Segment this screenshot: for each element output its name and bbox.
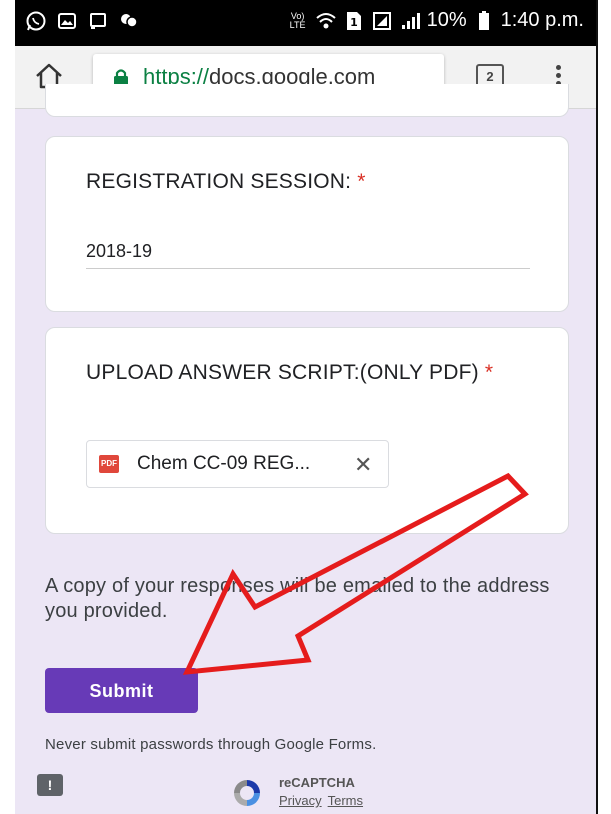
uploaded-file-chip[interactable]: PDF Chem CC-09 REG... ✕ — [86, 440, 389, 488]
status-left-icons — [25, 10, 140, 32]
recaptcha-logo-icon — [228, 776, 266, 810]
status-bar: Vo) LTE 1 10% 1:40 p.m. — [15, 0, 596, 46]
cast-icon — [87, 10, 109, 32]
data-signal-icon — [371, 10, 393, 32]
input-underline — [86, 268, 530, 269]
clock: 1:40 p.m. — [500, 9, 584, 31]
upload-answer-card: UPLOAD ANSWER SCRIPT:(ONLY PDF) * PDF Ch… — [45, 327, 569, 534]
signal-bars-icon — [399, 10, 421, 32]
file-name: Chem CC-09 REG... — [137, 453, 311, 474]
remove-file-icon[interactable]: ✕ — [354, 452, 372, 478]
svg-text:1: 1 — [350, 16, 358, 29]
required-asterisk: * — [357, 170, 366, 193]
recaptcha-label: reCAPTCHA — [279, 775, 355, 790]
copy-notice: A copy of your responses will be emailed… — [45, 575, 550, 622]
wifi-icon — [315, 10, 337, 32]
submit-button[interactable]: Submit — [45, 668, 198, 713]
volte-indicator: Vo) LTE — [289, 10, 306, 30]
session-title-text: REGISTRATION SESSION: — [86, 170, 352, 193]
battery-icon — [473, 10, 495, 32]
pdf-icon: PDF — [99, 455, 119, 473]
previous-question-card — [45, 84, 569, 117]
upload-title-text: UPLOAD ANSWER SCRIPT:(ONLY PDF) — [86, 361, 479, 384]
privacy-link[interactable]: Privacy — [279, 793, 322, 808]
frame-edge — [596, 0, 598, 814]
question-title: REGISTRATION SESSION: * — [86, 165, 366, 198]
feedback-icon[interactable]: ! — [37, 774, 63, 796]
battery-percent: 10% — [426, 9, 467, 31]
gallery-icon — [56, 10, 78, 32]
terms-link[interactable]: Terms — [328, 793, 363, 808]
recaptcha-links: Privacy Terms — [279, 793, 369, 808]
whatsapp-icon — [25, 10, 47, 32]
password-warning: Never submit passwords through Google Fo… — [45, 736, 377, 753]
phone-screen: Vo) LTE 1 10% 1:40 p.m. https://docs.goo… — [15, 0, 596, 814]
sim-icon: 1 — [343, 10, 365, 32]
chat-icon — [118, 10, 140, 32]
required-asterisk: * — [484, 361, 494, 384]
registration-session-card: REGISTRATION SESSION: * 2018-19 — [45, 136, 569, 312]
question-title: UPLOAD ANSWER SCRIPT:(ONLY PDF) * — [86, 356, 506, 389]
session-answer-input[interactable]: 2018-19 — [86, 241, 152, 262]
status-right-icons: Vo) LTE 1 10% 1:40 p.m. — [287, 9, 584, 32]
